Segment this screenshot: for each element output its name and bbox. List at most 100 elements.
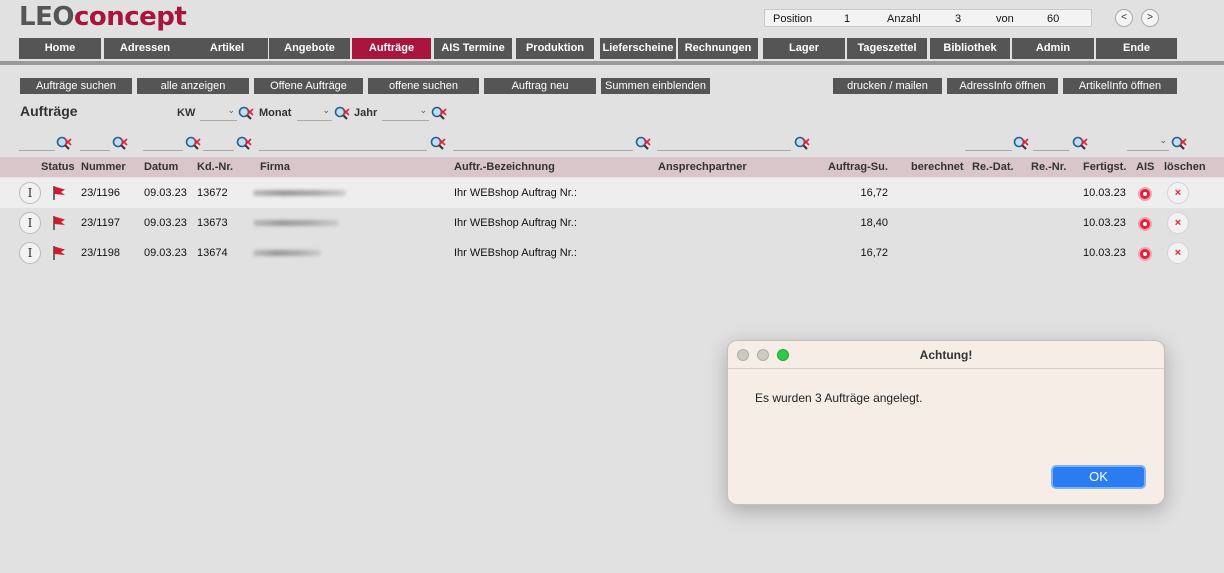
order-sum: 18,40 (860, 217, 888, 229)
red-flag-icon[interactable] (51, 215, 67, 231)
order-date: 09.03.23 (144, 247, 187, 259)
column-header-contact[interactable]: Ansprechpartner (658, 161, 747, 173)
month-select[interactable]: ⌄ (297, 105, 332, 121)
column-header-number[interactable]: Nummer (81, 161, 126, 173)
number-filter-input[interactable] (80, 135, 110, 151)
column-header-finished[interactable]: Fertigst. (1083, 161, 1126, 173)
open-search-button[interactable]: offene suchen (368, 78, 479, 94)
filter-clear-icon[interactable] (238, 106, 254, 120)
open-address-info-button[interactable]: AdressInfo öffnen (947, 78, 1058, 94)
ok-button[interactable]: OK (1051, 465, 1146, 489)
previous-record-button[interactable]: < (1115, 9, 1133, 27)
ais-status-icon[interactable] (1138, 247, 1152, 261)
company-name-redacted (253, 220, 339, 226)
ais-status-icon[interactable] (1138, 187, 1152, 201)
menu-item-auftraege[interactable]: Aufträge (352, 38, 431, 59)
red-flag-icon[interactable] (51, 185, 67, 201)
info-button[interactable]: I (19, 182, 41, 204)
column-header-date[interactable]: Datum (144, 161, 178, 173)
year-select[interactable]: ⌄ (382, 105, 429, 121)
filter-clear-icon[interactable] (1072, 136, 1088, 150)
next-record-button[interactable]: > (1141, 9, 1159, 27)
position-label: Position (773, 13, 813, 25)
order-sum: 16,72 (860, 247, 888, 259)
column-header-billed[interactable]: berechnet (911, 161, 964, 173)
menu-item-bibliothek[interactable]: Bibliothek (930, 38, 1010, 59)
menu-item-lieferscheine[interactable]: Lieferscheine (600, 38, 676, 59)
order-number: 23/1197 (81, 217, 120, 229)
filter-clear-icon[interactable] (431, 106, 447, 120)
kw-select[interactable]: ⌄ (200, 105, 237, 121)
column-header-order-sum[interactable]: Auftrag-Su. (828, 161, 888, 173)
table-row[interactable]: I 23/1198 09.03.23 13674 Ihr WEBshop Auf… (0, 238, 1224, 268)
menu-item-angebote[interactable]: Angebote (269, 38, 350, 59)
ais-filter-select[interactable]: ⌄ (1127, 135, 1169, 151)
delete-button[interactable]: × (1167, 212, 1189, 234)
column-header-company[interactable]: Firma (260, 161, 290, 173)
filter-clear-icon[interactable] (794, 136, 810, 150)
chevron-down-icon: ⌄ (227, 105, 235, 115)
column-header-customer-no[interactable]: Kd.-Nr. (197, 161, 233, 173)
customer-no-filter-input[interactable] (203, 135, 234, 151)
show-sums-button[interactable]: Summen einblenden (601, 78, 710, 94)
filter-clear-icon[interactable] (1013, 136, 1029, 150)
filter-clear-icon[interactable] (56, 136, 72, 150)
column-header-description[interactable]: Auftr.-Bezeichnung (454, 161, 555, 173)
table-row[interactable]: I 23/1196 09.03.23 13672 Ihr WEBshop Auf… (0, 178, 1224, 208)
column-header-ais[interactable]: AIS (1136, 161, 1154, 173)
column-header-delete[interactable]: löschen (1164, 161, 1206, 173)
table-header: Status Nummer Datum Kd.-Nr. Firma Auftr.… (0, 157, 1224, 177)
app-logo: LEOconcept (19, 2, 187, 32)
filter-clear-icon[interactable] (112, 136, 128, 150)
column-header-invoice-date[interactable]: Re.-Dat. (972, 161, 1014, 173)
table-row[interactable]: I 23/1197 09.03.23 13673 Ihr WEBshop Auf… (0, 208, 1224, 238)
menu-item-rechnungen[interactable]: Rechnungen (678, 38, 758, 59)
filter-clear-icon[interactable] (1171, 136, 1187, 150)
ais-status-icon[interactable] (1138, 217, 1152, 231)
menu-divider (0, 61, 1224, 65)
invoice-no-filter-input[interactable] (1033, 135, 1069, 151)
menu-item-home[interactable]: Home (19, 38, 101, 59)
order-sum: 16,72 (860, 187, 888, 199)
print-mail-button[interactable]: drucken / mailen (833, 78, 942, 94)
search-orders-button[interactable]: Aufträge suchen (20, 78, 132, 94)
filter-clear-icon[interactable] (334, 106, 350, 120)
order-date: 09.03.23 (144, 187, 187, 199)
delete-button[interactable]: × (1167, 182, 1189, 204)
info-button[interactable]: I (19, 242, 41, 264)
order-number: 23/1198 (81, 247, 120, 259)
delete-button[interactable]: × (1167, 242, 1189, 264)
menu-item-produktion[interactable]: Produktion (516, 38, 594, 59)
menu-item-tageszettel[interactable]: Tageszettel (847, 38, 927, 59)
show-all-button[interactable]: alle anzeigen (137, 78, 249, 94)
info-button[interactable]: I (19, 212, 41, 234)
order-description: Ihr WEBshop Auftrag Nr.: (454, 217, 577, 229)
invoice-date-filter-input[interactable] (965, 135, 1012, 151)
logo-leo: LEO (19, 2, 74, 32)
filter-clear-icon[interactable] (236, 136, 252, 150)
column-header-invoice-no[interactable]: Re.-Nr. (1031, 161, 1066, 173)
open-article-info-button[interactable]: ArtikelInfo öffnen (1063, 78, 1177, 94)
filter-clear-icon[interactable] (430, 136, 446, 150)
open-orders-button[interactable]: Offene Aufträge (254, 78, 363, 94)
menu-item-artikel[interactable]: Artikel (186, 38, 268, 59)
menu-item-ais-termine[interactable]: AIS Termine (434, 38, 512, 59)
menu-item-ende[interactable]: Ende (1096, 38, 1177, 59)
date-filter-input[interactable] (143, 135, 183, 151)
contact-filter-input[interactable] (657, 135, 791, 151)
status-filter-input[interactable] (19, 135, 55, 151)
of-label: von (996, 13, 1014, 25)
column-header-status[interactable]: Status (41, 161, 75, 173)
menu-item-lager[interactable]: Lager (763, 38, 845, 59)
finished-date: 10.03.23 (1083, 217, 1126, 229)
menu-item-adressen[interactable]: Adressen (104, 38, 186, 59)
new-order-button[interactable]: Auftrag neu (484, 78, 596, 94)
filter-clear-icon[interactable] (185, 136, 201, 150)
description-filter-input[interactable] (453, 135, 633, 151)
alert-dialog: Achtung! Es wurden 3 Aufträge angelegt. … (727, 340, 1165, 505)
dialog-titlebar[interactable]: Achtung! (728, 341, 1164, 369)
red-flag-icon[interactable] (51, 245, 67, 261)
menu-item-admin[interactable]: Admin (1012, 38, 1094, 59)
filter-clear-icon[interactable] (635, 136, 651, 150)
company-filter-input[interactable] (259, 135, 427, 151)
